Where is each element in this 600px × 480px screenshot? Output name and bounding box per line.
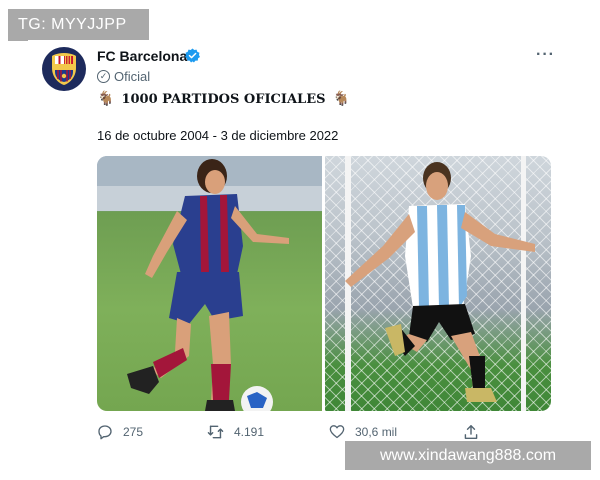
- watermark-bottom: www.xindawang888.com: [345, 441, 591, 470]
- watermark-top: TG: MYYJJPP: [8, 9, 149, 41]
- share-icon: [464, 425, 478, 439]
- official-badge: ✓ Oficial: [97, 69, 150, 84]
- goat-icon: 🐐: [332, 91, 350, 107]
- player-illustration-right: [345, 156, 535, 411]
- reply-button[interactable]: 275: [97, 424, 143, 440]
- repost-icon: [207, 425, 224, 439]
- like-button[interactable]: 30,6 mil: [329, 424, 397, 439]
- reply-icon: [98, 425, 112, 440]
- official-label: Oficial: [114, 69, 151, 84]
- share-button[interactable]: [464, 424, 478, 440]
- check-circle-icon: ✓: [97, 70, 110, 83]
- player-illustration-left: [97, 156, 322, 411]
- post-dates-text: 16 de octubre 2004 - 3 de diciembre 2022: [97, 128, 339, 143]
- media-image-argentina-player[interactable]: [325, 156, 551, 411]
- heart-icon: [329, 425, 345, 439]
- account-name[interactable]: FC Barcelona: [97, 48, 187, 64]
- fc-barcelona-crest-avatar[interactable]: [42, 47, 86, 91]
- post-media-grid[interactable]: [97, 156, 551, 411]
- repost-count: 4.191: [234, 425, 265, 439]
- media-image-barcelona-player[interactable]: [97, 156, 322, 411]
- repost-button[interactable]: 4.191: [207, 424, 264, 440]
- post-card: FC Barcelona ··· ✓ Oficial 🐐 1000 PARTID…: [28, 40, 568, 440]
- post-headline-row: 🐐 1000 PARTIDOS OFICIALES 🐐: [97, 91, 350, 107]
- more-options-icon[interactable]: ···: [536, 46, 555, 64]
- post-headline: 1000 PARTIDOS OFICIALES: [121, 91, 326, 107]
- goat-icon: 🐐: [97, 91, 115, 107]
- like-count: 30,6 mil: [355, 424, 398, 439]
- verified-badge-icon: [185, 48, 200, 68]
- reply-count: 275: [123, 425, 144, 439]
- crest-icon: [52, 53, 76, 85]
